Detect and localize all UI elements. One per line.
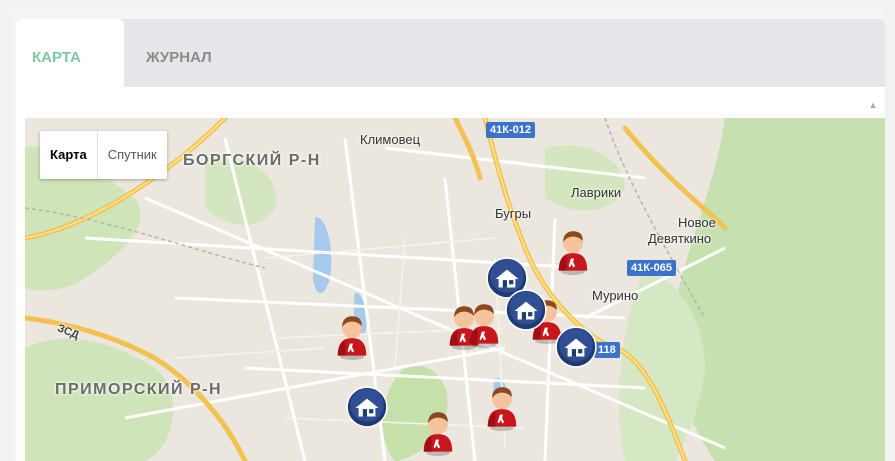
building-marker-icon[interactable]: [505, 289, 547, 331]
map-type-satellite-button[interactable]: Спутник: [98, 131, 167, 179]
place-label-murino: Мурино: [592, 288, 639, 303]
road-shield-118: 118: [594, 342, 620, 358]
road-shield-41k065: 41К-065: [627, 260, 676, 276]
place-label-novoe: Новое: [678, 215, 716, 230]
place-label-devyatkino: Девяткино: [648, 231, 712, 246]
place-label-klimovets: Климовец: [360, 132, 421, 147]
building-marker-icon[interactable]: [346, 386, 388, 428]
person-marker-icon[interactable]: [466, 302, 502, 348]
map-type-map-button[interactable]: Карта: [40, 131, 98, 179]
tab-journal[interactable]: ЖУРНАЛ: [130, 19, 228, 87]
district-label-primorsky: ПРИМОРСКИЙ Р-Н: [55, 381, 223, 398]
place-label-bugry: Бугры: [495, 206, 532, 221]
tab-map[interactable]: КАРТА: [16, 19, 124, 87]
map-type-control: Карта Спутник: [40, 131, 167, 179]
person-marker-icon[interactable]: [420, 410, 456, 456]
person-marker-icon[interactable]: [555, 229, 591, 275]
person-marker-icon[interactable]: [334, 314, 370, 360]
scroll-up-arrow-icon[interactable]: ▲: [866, 96, 880, 114]
building-marker-icon[interactable]: [555, 326, 597, 368]
person-marker-icon[interactable]: [484, 385, 520, 431]
place-label-lavriki: Лаврики: [571, 185, 622, 200]
district-label-vyborgsky: БОРГСКИЙ Р-Н: [183, 152, 321, 169]
road-shield-41k012: 41К-012: [486, 122, 535, 138]
